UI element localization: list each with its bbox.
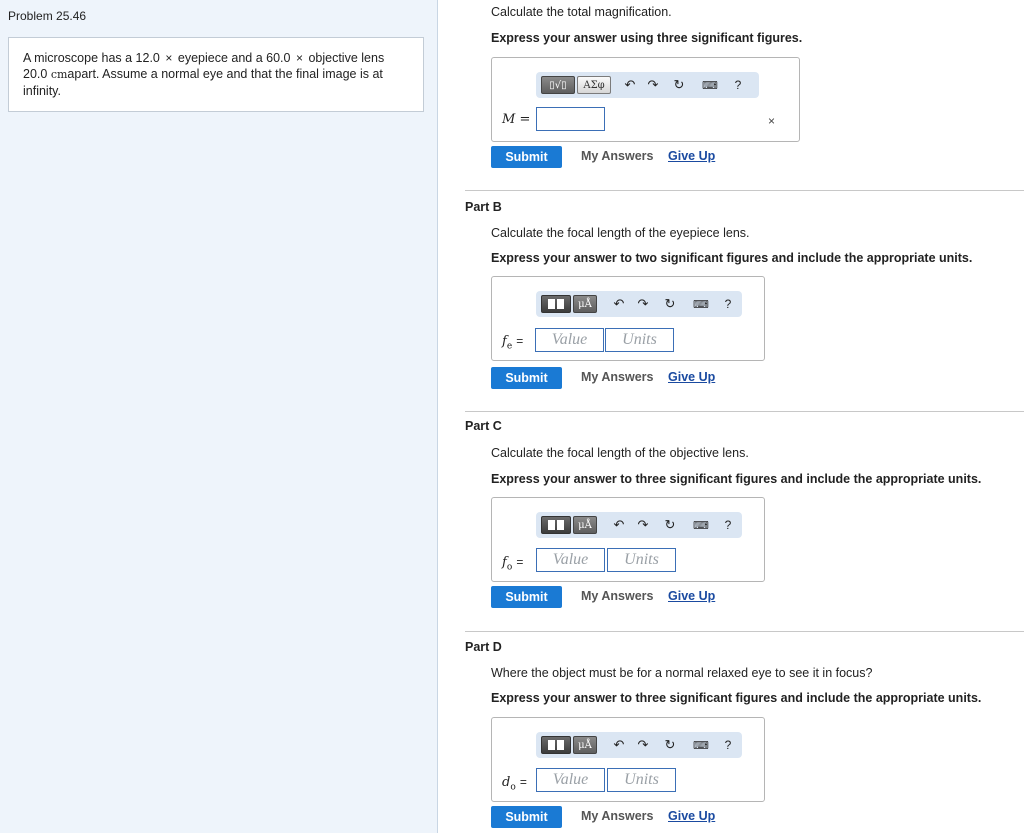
keyboard-icon[interactable]: ⌨ — [699, 76, 721, 94]
problem-text: apart. Assume a normal eye and that the … — [67, 67, 383, 81]
give-up-link[interactable]: Give Up — [668, 370, 715, 384]
problem-text: infinity. — [23, 84, 61, 98]
templates-icon[interactable] — [541, 295, 571, 313]
help-button[interactable]: ? — [722, 516, 734, 534]
templates-icon[interactable] — [541, 516, 571, 534]
submit-button[interactable]: Submit — [491, 146, 562, 168]
equation-toolbar: μÅ ↶ ↷ ↻ ⌨ ? — [536, 291, 742, 317]
part-d-instruction: Express your answer to three significant… — [491, 691, 982, 705]
part-divider — [465, 411, 1024, 412]
redo-icon[interactable]: ↷ — [646, 76, 660, 94]
my-answers-link[interactable]: My Answers — [581, 149, 653, 163]
variable-label: fo = — [502, 555, 524, 573]
part-a-question: Calculate the total magnification. — [491, 5, 672, 19]
part-c-instruction: Express your answer to three significant… — [491, 472, 982, 486]
help-button[interactable]: ? — [732, 76, 744, 94]
reset-icon[interactable]: ↻ — [663, 516, 677, 534]
times-symbol: × — [165, 51, 173, 65]
value-input[interactable]: Value — [535, 328, 604, 352]
give-up-link[interactable]: Give Up — [668, 589, 715, 603]
part-c-question: Calculate the focal length of the object… — [491, 446, 749, 460]
units-input[interactable]: Units — [605, 328, 674, 352]
templates-icon[interactable] — [541, 736, 571, 754]
help-button[interactable]: ? — [722, 736, 734, 754]
my-answers-link[interactable]: My Answers — [581, 809, 653, 823]
keyboard-icon[interactable]: ⌨ — [690, 736, 712, 754]
equation-toolbar: μÅ ↶ ↷ ↻ ⌨ ? — [536, 512, 742, 538]
keyboard-icon[interactable]: ⌨ — [690, 295, 712, 313]
problem-statement: A microscope has a 12.0 × eyepiece and a… — [8, 37, 424, 112]
unit-cm: cm — [50, 68, 68, 81]
part-c-label: Part C — [465, 419, 502, 433]
variable-label: do = — [502, 775, 527, 793]
redo-icon[interactable]: ↷ — [636, 295, 650, 313]
give-up-link[interactable]: Give Up — [668, 149, 715, 163]
redo-icon[interactable]: ↷ — [636, 736, 650, 754]
problem-title: Problem 25.46 — [8, 9, 87, 23]
problem-pane: Problem 25.46 A microscope has a 12.0 × … — [0, 0, 438, 833]
submit-button[interactable]: Submit — [491, 586, 562, 608]
value-input[interactable]: Value — [536, 548, 605, 572]
part-a-answer-box: ▯√▯ ΑΣφ ↶ ↷ ↻ ⌨ ? M = × — [491, 57, 800, 142]
units-button[interactable]: μÅ — [573, 516, 597, 534]
problem-text: eyepiece and a 60.0 — [177, 51, 291, 65]
units-input[interactable]: Units — [607, 548, 676, 572]
undo-icon[interactable]: ↶ — [612, 736, 626, 754]
part-divider — [465, 190, 1024, 191]
templates-button[interactable]: ▯√▯ — [541, 76, 575, 94]
part-d-question: Where the object must be for a normal re… — [491, 666, 873, 680]
part-d-label: Part D — [465, 640, 502, 654]
units-input[interactable]: Units — [607, 768, 676, 792]
my-answers-link[interactable]: My Answers — [581, 589, 653, 603]
problem-text: objective lens — [308, 51, 385, 65]
submit-button[interactable]: Submit — [491, 367, 562, 389]
part-c-answer-box: μÅ ↶ ↷ ↻ ⌨ ? fo = Value Units — [491, 497, 765, 582]
units-button[interactable]: μÅ — [573, 295, 597, 313]
help-button[interactable]: ? — [722, 295, 734, 313]
undo-icon[interactable]: ↶ — [623, 76, 637, 94]
symbols-button[interactable]: ΑΣφ — [577, 76, 611, 94]
part-b-answer-box: μÅ ↶ ↷ ↻ ⌨ ? fe = Value Units — [491, 276, 765, 361]
undo-icon[interactable]: ↶ — [612, 516, 626, 534]
equation-toolbar: μÅ ↶ ↷ ↻ ⌨ ? — [536, 732, 742, 758]
part-b-question: Calculate the focal length of the eyepie… — [491, 226, 750, 240]
my-answers-link[interactable]: My Answers — [581, 370, 653, 384]
submit-button[interactable]: Submit — [491, 806, 562, 828]
part-b-label: Part B — [465, 200, 502, 214]
problem-text: 20.0 — [23, 67, 48, 81]
equation-toolbar: ▯√▯ ΑΣφ ↶ ↷ ↻ ⌨ ? — [536, 72, 759, 98]
part-a-instruction: Express your answer using three signific… — [491, 31, 803, 45]
value-input[interactable]: Value — [536, 768, 605, 792]
give-up-link[interactable]: Give Up — [668, 809, 715, 823]
part-b-instruction: Express your answer to two significant f… — [491, 251, 973, 265]
variable-label: fe = — [502, 334, 524, 352]
redo-icon[interactable]: ↷ — [636, 516, 650, 534]
variable-label: M = — [502, 112, 531, 127]
units-button[interactable]: μÅ — [573, 736, 597, 754]
reset-icon[interactable]: ↻ — [663, 295, 677, 313]
clear-icon[interactable]: × — [768, 114, 775, 128]
reset-icon[interactable]: ↻ — [672, 76, 686, 94]
keyboard-icon[interactable]: ⌨ — [690, 516, 712, 534]
part-divider — [465, 631, 1024, 632]
times-symbol: × — [295, 51, 303, 65]
answer-input[interactable] — [536, 107, 605, 131]
problem-text: A microscope has a 12.0 — [23, 51, 160, 65]
reset-icon[interactable]: ↻ — [663, 736, 677, 754]
undo-icon[interactable]: ↶ — [612, 295, 626, 313]
part-d-answer-box: μÅ ↶ ↷ ↻ ⌨ ? do = Value Units — [491, 717, 765, 802]
